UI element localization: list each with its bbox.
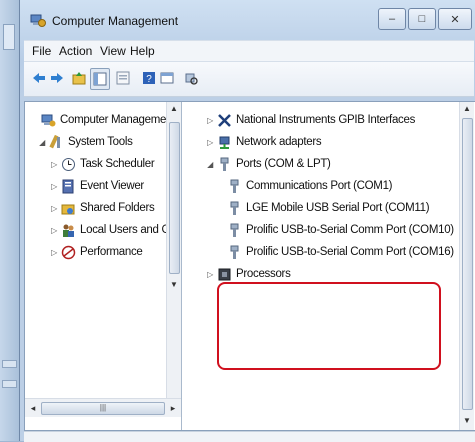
tree-item-label: Performance <box>80 246 143 258</box>
device-label: Prolific USB-to-Serial Comm Port (COM16) <box>246 246 454 258</box>
tree-item-local-users-groups[interactable]: ▷ Local Users and Grou <box>49 220 181 240</box>
device-com10[interactable]: Prolific USB-to-Serial Comm Port (COM10) <box>227 220 454 240</box>
performance-icon <box>61 245 76 260</box>
collapsed-arrow-icon[interactable]: ▷ <box>49 204 59 213</box>
device-label: Processors <box>236 268 291 280</box>
network-adapter-icon <box>217 135 232 150</box>
computer-management-icon <box>41 113 56 128</box>
tree-item-shared-folders[interactable]: ▷ Shared Folders <box>49 198 155 218</box>
menu-action[interactable]: Action <box>59 44 92 58</box>
tree-horizontal-scrollbar[interactable]: ◂ ||| ▸ <box>25 398 181 417</box>
shared-folders-icon <box>61 201 76 216</box>
back-arrow-icon[interactable] <box>32 71 46 85</box>
port-icon <box>217 157 232 172</box>
scroll-up-arrow-icon[interactable]: ▲ <box>460 102 474 116</box>
computer-management-window: Computer Management – □ ✕ File Action Vi… <box>19 0 475 442</box>
background-window-element <box>2 380 17 388</box>
scroll-right-arrow-icon[interactable]: ▸ <box>167 401 179 415</box>
tree-item-label: Task Scheduler <box>80 158 155 170</box>
tree-item-label: Shared Folders <box>80 202 155 214</box>
highlight-annotation <box>217 282 441 370</box>
port-icon <box>227 201 242 216</box>
gpib-icon <box>217 113 232 128</box>
svg-text:?: ? <box>146 74 152 85</box>
console-tree-pane: Computer Management (Lc ◢ System Tools ▷… <box>25 102 182 430</box>
toolbar: ? <box>24 62 474 97</box>
device-com1[interactable]: Communications Port (COM1) <box>227 176 393 196</box>
scrollbar-thumb[interactable] <box>169 122 180 274</box>
title-bar[interactable]: Computer Management – □ ✕ <box>20 0 475 38</box>
up-folder-icon[interactable] <box>72 71 86 85</box>
device-category-ports[interactable]: ◢ Ports (COM & LPT) <box>205 154 331 174</box>
expanded-arrow-icon[interactable]: ◢ <box>205 160 215 169</box>
background-window-element <box>3 24 15 50</box>
main-content: Computer Management (Lc ◢ System Tools ▷… <box>24 101 475 431</box>
window-title: Computer Management <box>52 14 179 28</box>
collapsed-arrow-icon[interactable]: ▷ <box>49 160 59 169</box>
properties-icon[interactable] <box>116 71 130 85</box>
processor-icon <box>217 267 232 282</box>
collapsed-arrow-icon[interactable]: ▷ <box>49 226 59 235</box>
system-tools-icon <box>49 134 64 150</box>
background-window-element <box>2 360 17 368</box>
users-icon <box>61 223 76 238</box>
status-bar <box>24 431 475 442</box>
help-icon[interactable]: ? <box>142 71 156 85</box>
device-com16[interactable]: Prolific USB-to-Serial Comm Port (COM16) <box>227 242 454 262</box>
scroll-up-arrow-icon[interactable]: ▲ <box>167 102 181 116</box>
device-label: Prolific USB-to-Serial Comm Port (COM10) <box>246 224 454 236</box>
collapsed-arrow-icon[interactable]: ▷ <box>205 116 215 125</box>
tree-item-label: Event Viewer <box>80 180 144 192</box>
show-hide-tree-icon[interactable] <box>90 68 110 90</box>
device-com11[interactable]: LGE Mobile USB Serial Port (COM11) <box>227 198 430 218</box>
scrollbar-thumb[interactable] <box>462 118 473 410</box>
menu-view[interactable]: View <box>100 44 126 58</box>
background-window-edge <box>0 0 20 441</box>
scroll-down-arrow-icon[interactable]: ▼ <box>460 414 474 428</box>
forward-arrow-icon[interactable] <box>50 71 64 85</box>
tree-item-system-tools[interactable]: ◢ System Tools <box>37 132 133 152</box>
menu-help[interactable]: Help <box>130 44 155 58</box>
tree-item-task-scheduler[interactable]: ▷ Task Scheduler <box>49 154 155 174</box>
device-category-network[interactable]: ▷ Network adapters <box>205 132 322 152</box>
tree-vertical-scrollbar[interactable]: ▲ ▼ <box>166 102 181 398</box>
collapsed-arrow-icon[interactable]: ▷ <box>49 182 59 191</box>
port-icon <box>227 245 242 260</box>
device-label: National Instruments GPIB Interfaces <box>236 114 416 126</box>
device-label: Ports (COM & LPT) <box>236 158 331 170</box>
expanded-arrow-icon[interactable]: ◢ <box>37 138 47 147</box>
clock-icon <box>61 157 76 172</box>
device-category-processors[interactable]: ▷ Processors <box>205 264 291 284</box>
close-button[interactable]: ✕ <box>438 8 472 30</box>
tree-item-performance[interactable]: ▷ Performance <box>49 242 143 262</box>
collapsed-arrow-icon[interactable]: ▷ <box>205 270 215 279</box>
device-list-pane: ▷ National Instruments GPIB Interfaces ▷… <box>183 102 457 430</box>
scrollbar-thumb[interactable]: ||| <box>41 402 165 415</box>
minimize-button[interactable]: – <box>378 8 406 30</box>
show-console-icon[interactable] <box>160 71 174 85</box>
port-icon <box>227 179 242 194</box>
device-category-gpib[interactable]: ▷ National Instruments GPIB Interfaces <box>205 110 415 130</box>
tree-item-event-viewer[interactable]: ▷ Event Viewer <box>49 176 144 196</box>
maximize-button[interactable]: □ <box>408 8 436 30</box>
event-viewer-icon <box>61 179 76 194</box>
computer-management-app-icon[interactable] <box>30 12 46 28</box>
tree-item-label: System Tools <box>68 136 133 148</box>
device-list-vertical-scrollbar[interactable]: ▲ ▼ <box>459 102 474 430</box>
scan-hardware-icon[interactable] <box>184 71 198 85</box>
collapsed-arrow-icon[interactable]: ▷ <box>49 248 59 257</box>
scroll-down-arrow-icon[interactable]: ▼ <box>167 278 181 292</box>
device-label: LGE Mobile USB Serial Port (COM11) <box>246 202 430 214</box>
menu-bar: File Action View Help <box>24 40 474 62</box>
device-label: Network adapters <box>236 136 322 148</box>
tree-item-label: Computer Management (Lc <box>60 114 182 126</box>
device-label: Communications Port (COM1) <box>246 180 393 192</box>
menu-file[interactable]: File <box>32 44 51 58</box>
port-icon <box>227 223 242 238</box>
scroll-left-arrow-icon[interactable]: ◂ <box>27 401 39 415</box>
collapsed-arrow-icon[interactable]: ▷ <box>205 138 215 147</box>
tree-item-computer-management[interactable]: Computer Management (Lc <box>29 110 182 130</box>
